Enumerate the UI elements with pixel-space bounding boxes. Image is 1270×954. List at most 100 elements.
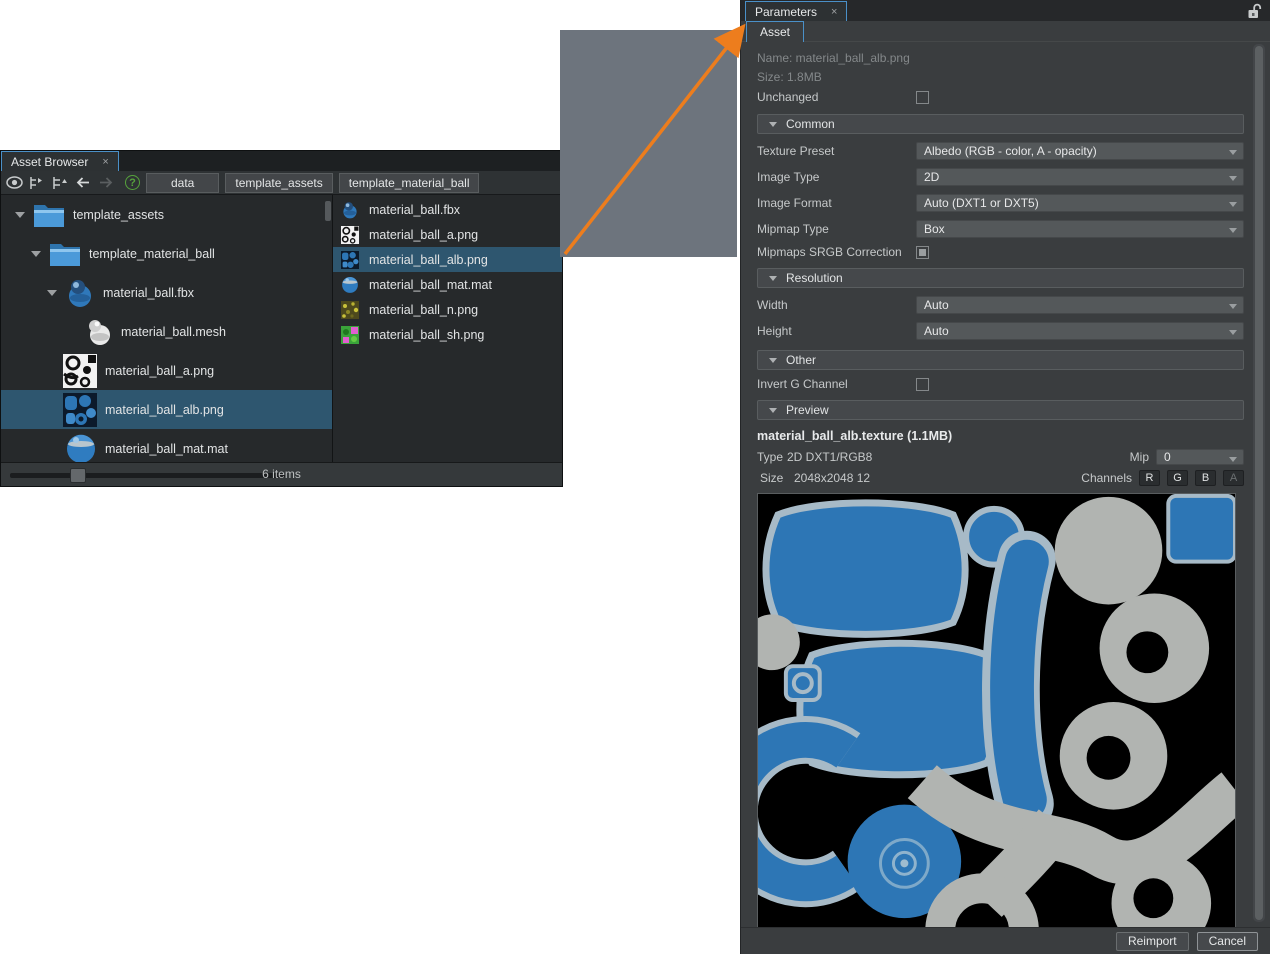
unchanged-checkbox[interactable] bbox=[916, 91, 929, 104]
list-item-material-ball-fbx[interactable]: material_ball.fbx bbox=[333, 197, 562, 222]
tree-item-template-assets[interactable]: template_assets bbox=[1, 195, 332, 234]
expand-tree-button[interactable] bbox=[50, 173, 70, 193]
tree-item-label: material_ball.fbx bbox=[103, 286, 194, 300]
texture-preset-label: Texture Preset bbox=[757, 144, 916, 158]
chevron-down-icon bbox=[1229, 150, 1237, 155]
tree-item-material-ball-fbx[interactable]: material_ball.fbx bbox=[1, 273, 332, 312]
row-mipmaps-srgb: Mipmaps SRGB Correction bbox=[757, 242, 1244, 262]
texture-a-icon bbox=[341, 226, 359, 244]
material-icon bbox=[65, 433, 97, 463]
tree-item-label: material_ball_mat.mat bbox=[105, 442, 228, 456]
section-other[interactable]: Other bbox=[757, 350, 1244, 370]
list-item-label: material_ball.fbx bbox=[369, 203, 460, 217]
help-icon[interactable]: ? bbox=[125, 175, 140, 190]
invert-g-label: Invert G Channel bbox=[757, 377, 916, 391]
mipmaps-srgb-checkbox[interactable] bbox=[916, 246, 929, 259]
channel-b-button[interactable]: B bbox=[1195, 470, 1216, 486]
row-unchanged: Unchanged bbox=[757, 86, 1244, 108]
mip-value: 0 bbox=[1164, 450, 1171, 464]
reimport-button[interactable]: Reimport bbox=[1116, 932, 1189, 951]
cancel-button[interactable]: Cancel bbox=[1197, 932, 1258, 951]
tab-asset-browser[interactable]: Asset Browser × bbox=[1, 151, 119, 171]
collapse-arrow-icon[interactable] bbox=[15, 212, 25, 218]
list-item-label: material_ball_n.png bbox=[369, 303, 478, 317]
list-item-material-ball-n-png[interactable]: material_ball_n.png bbox=[333, 297, 562, 322]
texture-preset-dropdown[interactable]: Albedo (RGB - color, A - opacity) bbox=[916, 142, 1244, 160]
image-format-dropdown[interactable]: Auto (DXT1 or DXT5) bbox=[916, 194, 1244, 212]
tree-item-material-ball-a-png[interactable]: material_ball_a.png bbox=[1, 351, 332, 390]
width-value: Auto bbox=[924, 298, 949, 312]
asset-name-line: Name: material_ball_alb.png bbox=[757, 48, 1244, 67]
collapse-arrow-icon[interactable] bbox=[47, 290, 57, 296]
height-dropdown[interactable]: Auto bbox=[916, 322, 1244, 340]
parameters-content: Name: material_ball_alb.png Size: 1.8MB … bbox=[757, 42, 1244, 927]
arrow-right-icon bbox=[98, 176, 114, 189]
invert-g-checkbox[interactable] bbox=[916, 378, 929, 391]
width-label: Width bbox=[757, 298, 916, 312]
tree-item-material-ball-mesh[interactable]: material_ball.mesh bbox=[1, 312, 332, 351]
back-button[interactable] bbox=[73, 173, 93, 193]
image-format-value: Auto (DXT1 or DXT5) bbox=[924, 196, 1039, 210]
close-icon[interactable]: × bbox=[102, 156, 108, 168]
collapse-arrow-icon[interactable] bbox=[31, 251, 41, 257]
parameters-subtabs: Asset bbox=[741, 21, 1270, 42]
section-preview[interactable]: Preview bbox=[757, 400, 1244, 420]
chevron-down-icon bbox=[1229, 228, 1237, 233]
tab-parameters-label: Parameters bbox=[755, 5, 817, 19]
chevron-down-icon bbox=[1229, 202, 1237, 207]
mipmaps-srgb-label: Mipmaps SRGB Correction bbox=[757, 245, 916, 259]
section-resolution[interactable]: Resolution bbox=[757, 268, 1244, 288]
chevron-down-icon bbox=[769, 358, 777, 363]
list-item-material-ball-alb-png[interactable]: material_ball_alb.png bbox=[333, 247, 562, 272]
screen: Asset Browser × bbox=[0, 0, 1270, 954]
visibility-filter-button[interactable] bbox=[4, 173, 24, 193]
breadcrumb-template-material-ball[interactable]: template_material_ball bbox=[339, 173, 480, 193]
folder-icon bbox=[33, 202, 65, 228]
asset-list-pane: material_ball.fbx material_ball_a.png bbox=[333, 195, 562, 462]
fbx-model-icon bbox=[341, 201, 359, 219]
list-item-material-ball-a-png[interactable]: material_ball_a.png bbox=[333, 222, 562, 247]
mipmap-type-label: Mipmap Type bbox=[757, 222, 916, 236]
section-resolution-label: Resolution bbox=[786, 271, 843, 285]
tab-asset[interactable]: Asset bbox=[746, 21, 804, 42]
texture-title: material_ball_alb.texture (1.1MB) bbox=[757, 429, 1244, 445]
channels-label: Channels bbox=[1081, 471, 1132, 485]
row-image-type: Image Type 2D bbox=[757, 164, 1244, 190]
list-item-material-ball-mat-mat[interactable]: material_ball_mat.mat bbox=[333, 272, 562, 297]
breadcrumb-template-assets[interactable]: template_assets bbox=[225, 173, 332, 193]
tree-item-label: material_ball_a.png bbox=[105, 364, 214, 378]
forward-button[interactable] bbox=[96, 173, 116, 193]
collapse-tree-button[interactable] bbox=[27, 173, 47, 193]
texture-alb-icon bbox=[341, 251, 359, 269]
row-texture-preset: Texture Preset Albedo (RGB - color, A - … bbox=[757, 138, 1244, 164]
tree-item-template-material-ball[interactable]: template_material_ball bbox=[1, 234, 332, 273]
image-format-label: Image Format bbox=[757, 196, 916, 210]
unlock-icon[interactable] bbox=[1246, 3, 1262, 19]
mip-dropdown[interactable]: 0 bbox=[1156, 449, 1244, 465]
mipmap-type-value: Box bbox=[924, 222, 945, 236]
tree-scrollbar[interactable] bbox=[325, 201, 331, 221]
image-type-dropdown[interactable]: 2D bbox=[916, 168, 1244, 186]
scrollbar-thumb[interactable] bbox=[1255, 46, 1263, 920]
channel-r-button[interactable]: R bbox=[1139, 470, 1160, 486]
width-dropdown[interactable]: Auto bbox=[916, 296, 1244, 314]
tree-item-material-ball-mat-mat[interactable]: material_ball_mat.mat bbox=[1, 429, 332, 462]
asset-browser-statusbar: 6 items bbox=[1, 462, 562, 486]
texture-a-icon bbox=[63, 354, 97, 388]
list-item-material-ball-sh-png[interactable]: material_ball_sh.png bbox=[333, 322, 562, 347]
row-mipmap-type: Mipmap Type Box bbox=[757, 216, 1244, 242]
breadcrumb-data[interactable]: data bbox=[146, 173, 219, 193]
height-value: Auto bbox=[924, 324, 949, 338]
parameters-scrollbar[interactable] bbox=[1253, 44, 1265, 922]
chevron-down-icon bbox=[769, 408, 777, 413]
eye-icon bbox=[6, 176, 23, 189]
section-common[interactable]: Common bbox=[757, 114, 1244, 134]
channel-g-button[interactable]: G bbox=[1167, 470, 1188, 486]
close-icon[interactable]: × bbox=[831, 6, 837, 18]
tab-asset-browser-label: Asset Browser bbox=[11, 155, 88, 169]
chevron-down-icon bbox=[1229, 330, 1237, 335]
tab-parameters[interactable]: Parameters × bbox=[745, 1, 847, 21]
tree-item-material-ball-alb-png[interactable]: material_ball_alb.png bbox=[1, 390, 332, 429]
mipmap-type-dropdown[interactable]: Box bbox=[916, 220, 1244, 238]
channel-a-button[interactable]: A bbox=[1223, 470, 1244, 486]
